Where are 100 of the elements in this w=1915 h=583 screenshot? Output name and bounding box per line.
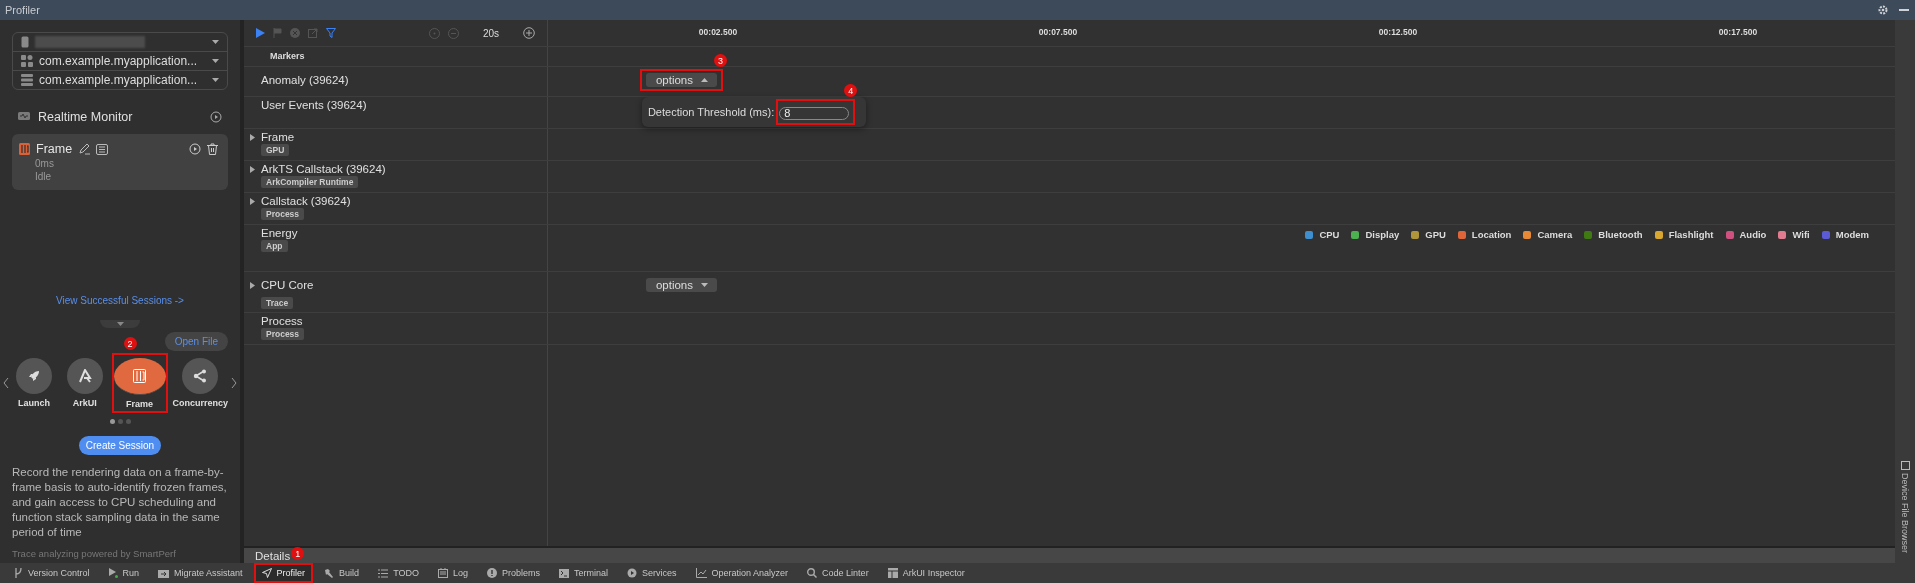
callout-badge: 2 (123, 337, 137, 350)
legend-label: CPU (1319, 229, 1340, 240)
layout-icon (887, 568, 898, 578)
tool-window-tab[interactable]: Services (619, 563, 685, 583)
tool-window-tab[interactable]: Problems (479, 563, 548, 583)
list-icon (378, 568, 389, 578)
window-title: Profiler (5, 4, 40, 16)
view-sessions-link[interactable]: View Successful Sessions -> (56, 295, 184, 306)
track-name: Process (261, 315, 303, 327)
session-duration: 0ms (35, 158, 55, 169)
track-name: Callstack (39624) (261, 195, 351, 207)
caret-icon (701, 78, 708, 82)
page-dot[interactable] (109, 419, 115, 424)
info-icon (487, 568, 497, 578)
tool-window-tab[interactable]: Terminal (551, 563, 617, 583)
hammer-icon (324, 568, 335, 578)
caret-icon (212, 78, 219, 82)
tool-window-tab[interactable]: Log (429, 563, 476, 583)
filter-icon[interactable] (326, 28, 336, 38)
legend-label: Location (1471, 229, 1512, 240)
template-option[interactable]: Launch (10, 353, 58, 413)
tool-window-tab[interactable]: Operation Analyzer (687, 563, 797, 583)
track-tag: App (261, 240, 288, 252)
track-name: Markers (270, 51, 305, 61)
template-option[interactable]: ArkUI (60, 353, 109, 413)
caret-icon (701, 283, 708, 287)
paper-plane-icon (261, 568, 272, 578)
legend-label: Wifi (1792, 229, 1810, 240)
tool-window-tab[interactable]: Code Linter (799, 563, 877, 583)
track-name: User Events (39624) (261, 99, 367, 111)
template-option[interactable]: Concurrency (170, 353, 230, 413)
search-icon (807, 568, 818, 578)
chevron-right-icon[interactable] (231, 377, 237, 389)
tool-window-tab[interactable]: Build (316, 563, 368, 583)
track-tag: Process (261, 208, 305, 220)
dropdown-value: com.example.myapplication... (39, 54, 198, 68)
options-dropdown[interactable]: options (645, 278, 717, 292)
pencil-icon[interactable] (78, 143, 91, 155)
legend-label: Camera (1537, 229, 1573, 240)
time-tick: 00:07.500 (1038, 27, 1078, 37)
folder-icon (158, 568, 170, 578)
track-name: Energy (261, 227, 298, 239)
expand-arrow-icon[interactable] (250, 197, 255, 205)
track-tag: Process (261, 328, 305, 340)
share-nodes-icon (193, 369, 208, 383)
page-dot[interactable] (125, 419, 131, 424)
tool-window-tab[interactable]: Run (100, 563, 148, 583)
details-bar[interactable]: Details 1 (244, 546, 1895, 563)
device-dropdown[interactable]: com.example.myapplication... (13, 71, 227, 89)
legend-label: Bluetooth (1598, 229, 1643, 240)
track-tag: GPU (261, 144, 290, 156)
callout-badge: 4 (844, 84, 858, 97)
legend-label: Modem (1835, 229, 1869, 240)
zoom-in-icon[interactable] (523, 27, 535, 39)
play-icon (108, 568, 118, 578)
page-dot[interactable] (117, 419, 123, 424)
template-description: Record the rendering data on a frame-by-frame basis to auto-identify frozen frames, and gain access to CPU scheduling and function stack sampling data in the same period of time (12, 465, 228, 540)
record-icon[interactable] (210, 111, 222, 123)
track-name: Anomaly (39624) (261, 74, 349, 86)
tool-window-tab[interactable]: Version Control (6, 563, 98, 583)
branch-icon (14, 568, 23, 578)
time-tick: 00:17.500 (1718, 27, 1758, 37)
session-status: Idle (35, 171, 53, 182)
caret-icon (212, 40, 219, 44)
phone-icon (21, 36, 29, 48)
expand-arrow-icon[interactable] (250, 165, 255, 173)
collapse-handle[interactable] (100, 320, 140, 328)
terminal-icon (559, 568, 569, 578)
options-dropdown[interactable]: options (645, 73, 717, 87)
dropdown-value: com.example.myapplication... (39, 73, 198, 87)
track-name: Frame (261, 131, 295, 143)
caret-icon (212, 59, 219, 63)
expand-arrow-icon[interactable] (250, 281, 255, 289)
tool-window-tab[interactable]: Migrate Assistant (150, 563, 251, 583)
tool-window-tab[interactable]: ArkUI Inspector (879, 563, 973, 583)
expand-arrow-icon[interactable] (250, 133, 255, 141)
legend-label: GPU (1425, 229, 1446, 240)
record-icon[interactable] (189, 143, 201, 155)
powered-by-note: Trace analyzing powered by SmartPerf (12, 548, 177, 559)
threshold-input[interactable]: 8 (779, 106, 850, 120)
settings-icon[interactable] (1877, 4, 1889, 16)
field-label: Detection Threshold (ms): (647, 106, 775, 118)
legend-label: Audio (1739, 229, 1767, 240)
list-icon[interactable] (96, 143, 109, 155)
session-card[interactable]: Frame 0ms Idle (12, 134, 228, 190)
track-tag: ArkCompiler Runtime (261, 176, 359, 188)
tool-window-tab[interactable]: Profiler (253, 563, 314, 583)
track-name: ArkTS Callstack (39624) (261, 163, 386, 175)
frame-icon (19, 143, 30, 155)
rocket-icon (27, 369, 41, 383)
tool-window-tab[interactable]: TODO (370, 563, 427, 583)
track-name: CPU Core (261, 279, 314, 291)
play-icon[interactable] (256, 28, 265, 38)
legend-label: Flashlight (1668, 229, 1714, 240)
device-dropdown[interactable]: com.example.myapplication... (13, 52, 227, 71)
letter-a-icon (77, 369, 92, 383)
time-tick: 00:12.500 (1378, 27, 1418, 37)
chevron-left-icon[interactable] (3, 377, 9, 389)
stack-icon (21, 74, 33, 86)
trash-icon[interactable] (207, 143, 218, 155)
